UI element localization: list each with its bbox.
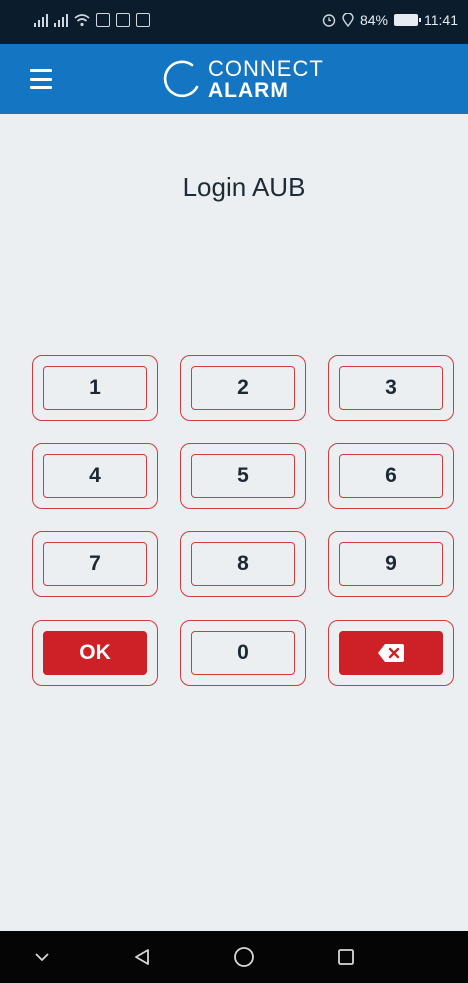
- backspace-icon: [378, 644, 404, 662]
- menu-button[interactable]: [30, 66, 62, 92]
- battery-icon: [394, 14, 421, 26]
- home-icon: [234, 947, 254, 967]
- logo-ring-icon: [163, 60, 199, 98]
- delete-button[interactable]: [328, 620, 454, 686]
- ok-button[interactable]: OK: [32, 620, 158, 686]
- signal-icon: [34, 13, 48, 27]
- alarm-clock-icon: [322, 14, 336, 27]
- key-9[interactable]: 9: [328, 531, 454, 597]
- signal-icon: [54, 13, 68, 27]
- nav-recents-button[interactable]: [324, 931, 368, 983]
- app-logo: CONNECT ALARM: [158, 54, 324, 104]
- key-2[interactable]: 2: [180, 355, 306, 421]
- system-nav-bar: [0, 931, 468, 983]
- battery-percent: 84%: [359, 12, 388, 28]
- recents-icon: [338, 949, 354, 965]
- menu-icon: [30, 69, 52, 72]
- wifi-icon: [74, 14, 90, 27]
- key-3[interactable]: 3: [328, 355, 454, 421]
- app-bar: CONNECT ALARM: [0, 44, 468, 114]
- app-notification-icon: [136, 13, 150, 27]
- logo-line-alarm: ALARM: [208, 78, 289, 102]
- nav-back-button[interactable]: [120, 931, 164, 983]
- key-1[interactable]: 1: [32, 355, 158, 421]
- nav-collapse-button[interactable]: [22, 931, 62, 983]
- key-7[interactable]: 7: [32, 531, 158, 597]
- key-5[interactable]: 5: [180, 443, 306, 509]
- status-bar: 84% 11:41: [0, 0, 468, 44]
- status-icons-left: [34, 13, 150, 27]
- key-4[interactable]: 4: [32, 443, 158, 509]
- location-icon: [342, 13, 354, 27]
- key-6[interactable]: 6: [328, 443, 454, 509]
- screen-cast-icon: [96, 13, 110, 27]
- nav-home-button[interactable]: [222, 931, 266, 983]
- logo-line-connect: CONNECT: [208, 55, 324, 81]
- nfc-icon: [116, 13, 130, 27]
- key-0[interactable]: 0: [180, 620, 306, 686]
- clock: 11:41: [424, 12, 458, 28]
- key-8[interactable]: 8: [180, 531, 306, 597]
- page-title: Login AUB: [182, 172, 306, 202]
- back-icon: [135, 949, 149, 965]
- chevron-down-icon: [35, 953, 49, 962]
- status-icons-right: 84% 11:41: [322, 12, 458, 28]
